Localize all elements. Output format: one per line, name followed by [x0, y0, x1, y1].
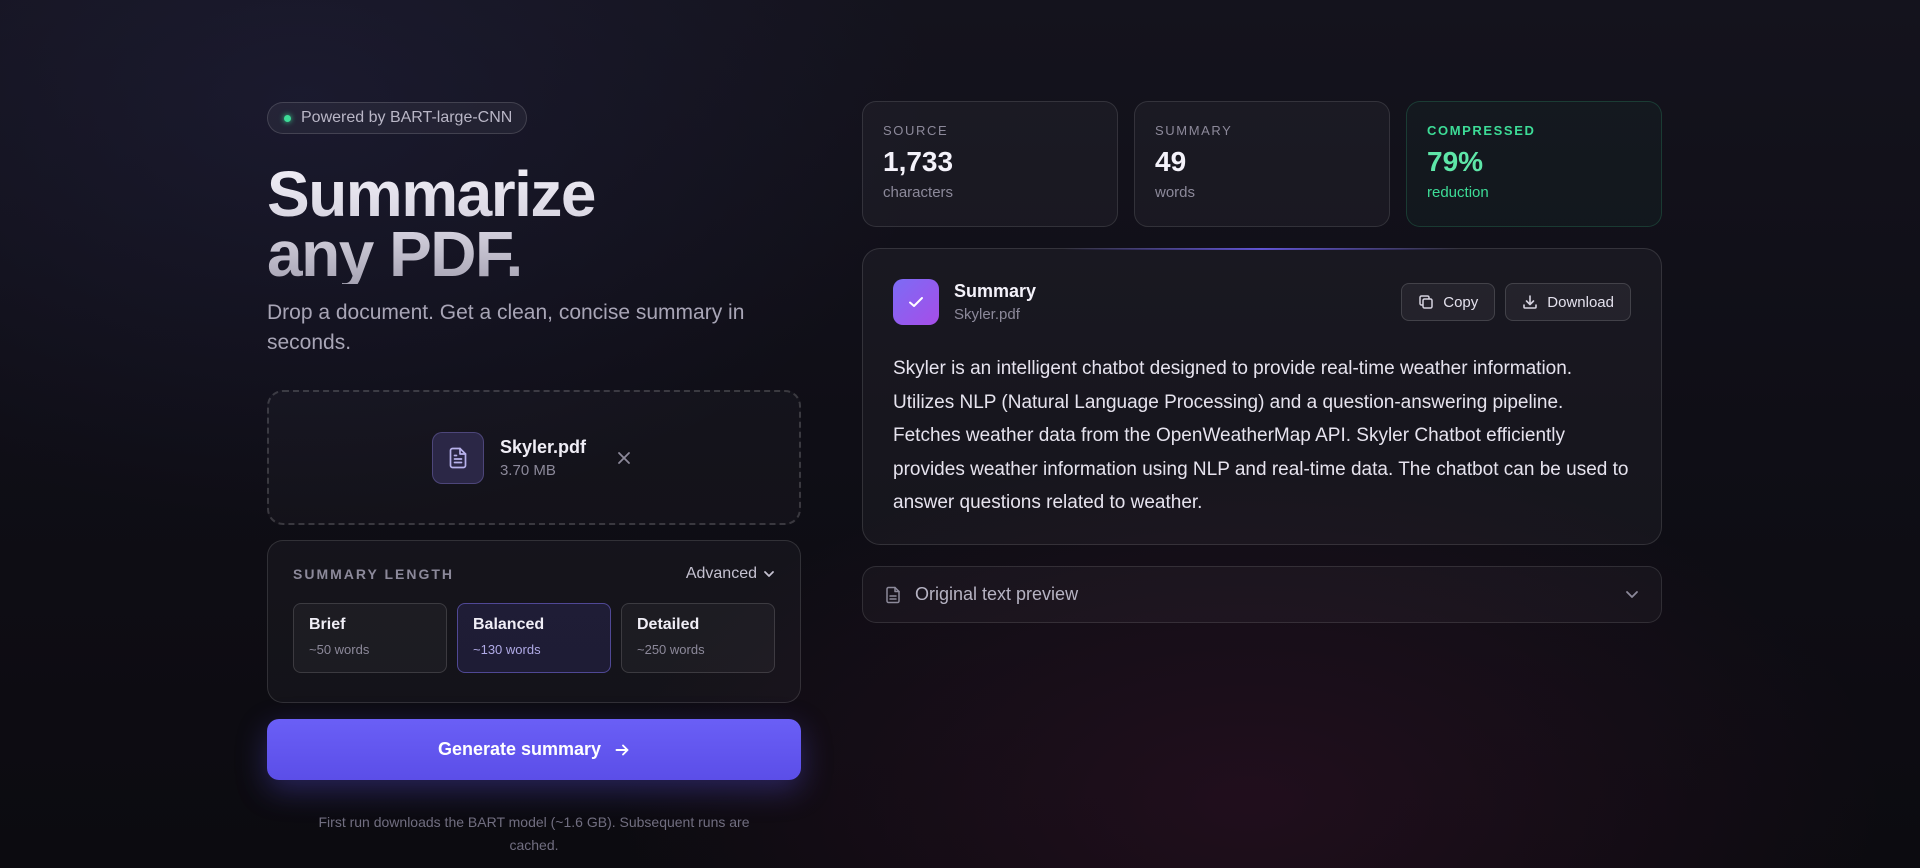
model-badge-label: Powered by BART-large-CNN: [301, 109, 513, 126]
length-options: Brief ~50 words Balanced ~130 words Deta…: [293, 603, 775, 673]
option-balanced[interactable]: Balanced ~130 words: [457, 603, 611, 673]
download-button[interactable]: Download: [1505, 283, 1631, 321]
option-subtitle: ~130 words: [473, 642, 541, 657]
advanced-label: Advanced: [685, 565, 757, 582]
footnote: First run downloads the BART model (~1.6…: [318, 814, 750, 853]
chevron-down-icon: [764, 571, 774, 577]
stats-row: SOURCE 1,733 characters SUMMARY 49 words…: [862, 101, 1662, 227]
generate-summary-button[interactable]: Generate summary: [267, 719, 801, 780]
option-title: Detailed: [637, 616, 700, 633]
stat-unit: words: [1155, 184, 1196, 201]
file-size: 3.70 MB: [499, 461, 556, 479]
document-icon: [886, 586, 900, 603]
option-title: Balanced: [473, 616, 545, 633]
summary-file-name: Skyler.pdf: [954, 306, 1020, 323]
chevron-down-icon: [1626, 591, 1638, 598]
file-dropzone[interactable]: Skyler.pdf 3.70 MB: [267, 390, 801, 525]
stat-label: SUMMARY: [1155, 123, 1233, 138]
option-subtitle: ~50 words: [309, 642, 370, 657]
uploaded-file: Skyler.pdf 3.70 MB: [431, 431, 636, 484]
check-icon: [893, 279, 939, 325]
page-subtitle: Drop a document. Get a clean, concise su…: [267, 301, 745, 354]
summary-length-label: SUMMARY LENGTH: [293, 566, 454, 582]
summary-text: Skyler is an intelligent chatbot designe…: [893, 358, 1629, 513]
stat-value: 49: [1155, 146, 1187, 177]
stat-compressed: COMPRESSED 79% reduction: [1406, 101, 1662, 227]
stat-source: SOURCE 1,733 characters: [862, 101, 1118, 227]
left-panel: Powered by BART-large-CNN Summarize any …: [267, 102, 801, 857]
original-text-preview-toggle[interactable]: Original text preview: [862, 566, 1662, 623]
option-subtitle: ~250 words: [637, 642, 705, 657]
summary-card: Summary Skyler.pdf Copy Download Skyler …: [862, 248, 1662, 545]
stat-label: COMPRESSED: [1427, 123, 1536, 138]
stat-value: 1,733: [883, 146, 954, 177]
option-detailed[interactable]: Detailed ~250 words: [621, 603, 775, 673]
file-text-icon: [431, 431, 484, 484]
copy-icon: [1419, 295, 1433, 309]
advanced-toggle[interactable]: Advanced: [686, 565, 775, 583]
summary-title: Summary: [954, 281, 1037, 301]
stat-unit: reduction: [1427, 184, 1489, 201]
option-brief[interactable]: Brief ~50 words: [293, 603, 447, 673]
page-title-line-2: any PDF.: [267, 218, 522, 290]
download-label: Download: [1547, 293, 1614, 311]
page-title: Summarize any PDF.: [267, 164, 801, 284]
stat-unit: characters: [883, 184, 954, 201]
page-title-line-1: Summarize: [267, 158, 595, 230]
stat-value: 79%: [1427, 146, 1484, 177]
results-panel: SOURCE 1,733 characters SUMMARY 49 words…: [862, 101, 1662, 623]
generate-summary-label: Generate summary: [437, 739, 602, 759]
remove-file-button[interactable]: [612, 446, 636, 470]
file-name: Skyler.pdf: [499, 436, 587, 457]
copy-label: Copy: [1443, 293, 1479, 311]
arrow-right-icon: [615, 744, 629, 755]
copy-button[interactable]: Copy: [1401, 283, 1496, 321]
stat-summary: SUMMARY 49 words: [1134, 101, 1390, 227]
stat-label: SOURCE: [883, 123, 949, 138]
original-text-preview-label: Original text preview: [915, 584, 1079, 604]
option-title: Brief: [309, 616, 346, 633]
status-dot-icon: [284, 114, 291, 122]
download-icon: [1523, 295, 1538, 309]
model-badge: Powered by BART-large-CNN: [267, 102, 528, 134]
close-icon: [618, 451, 630, 464]
summary-length-panel: SUMMARY LENGTH Advanced Brief ~50 words …: [267, 540, 801, 703]
